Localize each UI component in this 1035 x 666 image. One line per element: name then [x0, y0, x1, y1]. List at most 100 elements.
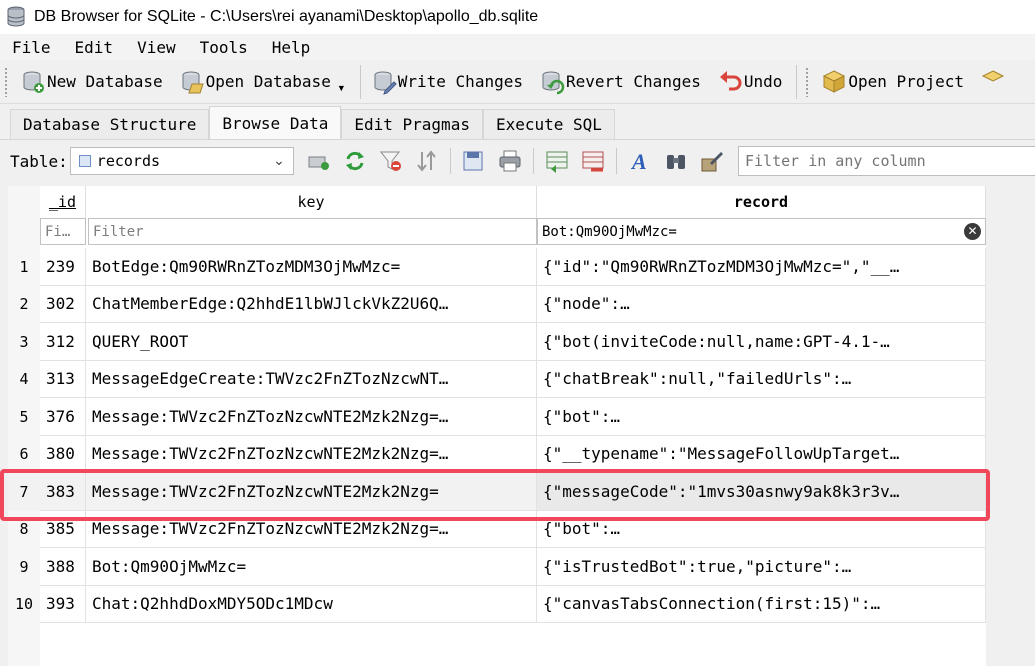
- sort-button[interactable]: [414, 148, 440, 174]
- menu-help[interactable]: Help: [260, 38, 323, 57]
- cell-record[interactable]: {"bot":…: [537, 510, 986, 548]
- print-button[interactable]: [497, 148, 523, 174]
- cell-key[interactable]: Message:TWVzc2FnZTozNzcwNTE2Mzk2Nzg=…: [86, 435, 537, 473]
- cell-record[interactable]: {"messageCode":"1mvs30asnwy9ak8k3r3v…: [537, 473, 986, 511]
- insert-record-icon: [308, 156, 329, 170]
- toolbar-grip[interactable]: [805, 66, 810, 97]
- table-row[interactable]: 10 393 Chat:Q2hhdDoxMDY5ODc1MDcw {"canva…: [8, 585, 986, 623]
- cell-record[interactable]: {"bot":…: [537, 398, 986, 436]
- cell-id[interactable]: 376: [40, 398, 86, 436]
- open-project-icon: [823, 69, 846, 93]
- row-number[interactable]: 8: [8, 510, 40, 548]
- cell-id[interactable]: 385: [40, 510, 86, 548]
- cell-key[interactable]: BotEdge:Qm90RWRnZTozMDM3OjMwMzc=: [86, 248, 537, 286]
- row-number[interactable]: 7: [8, 473, 40, 511]
- edit-display-format-button[interactable]: [699, 148, 725, 174]
- new-database-button[interactable]: New Database: [14, 64, 173, 100]
- table-row[interactable]: 3 312 QUERY_ROOT {"bot(inviteCode:null,n…: [8, 323, 986, 361]
- cell-key[interactable]: Message:TWVzc2FnZTozNzcwNTE2Mzk2Nzg=…: [86, 398, 537, 436]
- table-row[interactable]: 2 302 ChatMemberEdge:Q2hhdE1lbWJlckVkZ2U…: [8, 285, 986, 323]
- save-results-button[interactable]: [461, 148, 487, 174]
- table-row[interactable]: 9 388 Bot:Qm90OjMwMzc= {"isTrustedBot":t…: [8, 548, 986, 586]
- cell-record[interactable]: {"chatBreak":null,"failedUrls":…: [537, 360, 986, 398]
- open-project-button[interactable]: Open Project: [815, 64, 974, 100]
- cell-record[interactable]: {"id":"Qm90RWRnZTozMDM3OjMwMzc=","__…: [537, 248, 986, 286]
- revert-changes-icon: [542, 71, 565, 94]
- filter-id-input[interactable]: Fi…: [40, 218, 86, 245]
- undo-label: Undo: [743, 72, 783, 91]
- cell-key[interactable]: Message:TWVzc2FnZTozNzcwNTE2Mzk2Nzg=…: [86, 510, 537, 548]
- table-select[interactable]: records ⌄: [69, 147, 294, 175]
- tab-database-structure[interactable]: Database Structure: [10, 109, 210, 139]
- chevron-down-icon: ⌄: [273, 152, 285, 168]
- cell-id[interactable]: 239: [40, 248, 86, 286]
- clear-filters-button[interactable]: [378, 148, 404, 174]
- cell-key[interactable]: ChatMemberEdge:Q2hhdE1lbWJlckVkZ2U6Q…: [86, 285, 537, 323]
- write-changes-button[interactable]: Write Changes: [365, 64, 533, 100]
- main-toolbar: New Database Open Database ▼ Write Chang…: [0, 60, 1035, 104]
- cell-record[interactable]: {"__typename":"MessageFollowUpTarget…: [537, 435, 986, 473]
- font-button[interactable]: A: [627, 148, 653, 174]
- cell-record[interactable]: {"bot(inviteCode:null,name:GPT-4.1-…: [537, 323, 986, 361]
- column-header-record[interactable]: record: [537, 186, 986, 218]
- save-project-button[interactable]: [974, 64, 1007, 100]
- cell-record[interactable]: {"isTrustedBot":true,"picture":…: [537, 548, 986, 586]
- row-number[interactable]: 6: [8, 435, 40, 473]
- refresh-button[interactable]: [342, 148, 368, 174]
- cell-id[interactable]: 302: [40, 285, 86, 323]
- tab-execute-sql[interactable]: Execute SQL: [482, 109, 615, 139]
- cell-key[interactable]: Message:TWVzc2FnZTozNzcwNTE2Mzk2Nzg=: [86, 473, 537, 511]
- toolbar-grip[interactable]: [4, 66, 8, 97]
- cell-id[interactable]: 380: [40, 435, 86, 473]
- table-row[interactable]: 6 380 Message:TWVzc2FnZTozNzcwNTE2Mzk2Nz…: [8, 435, 986, 473]
- row-number[interactable]: 4: [8, 360, 40, 398]
- toolbar-separator: [615, 148, 617, 174]
- title-bar: DB Browser for SQLite - C:\Users\rei aya…: [0, 0, 1035, 34]
- cell-id[interactable]: 393: [40, 585, 86, 623]
- cell-key[interactable]: Chat:Q2hhdDoxMDY5ODc1MDcw: [86, 585, 537, 623]
- font-icon: A: [630, 149, 647, 173]
- menu-file[interactable]: File: [0, 38, 63, 57]
- new-record-button[interactable]: [544, 148, 570, 174]
- menu-view[interactable]: View: [125, 38, 188, 57]
- filter-record-input[interactable]: Bot:Qm90OjMwMzc= ✕: [537, 218, 986, 245]
- undo-button[interactable]: Undo: [711, 64, 793, 100]
- table-row[interactable]: 4 313 MessageEdgeCreate:TWVzc2FnZTozNzcw…: [8, 360, 986, 398]
- row-number[interactable]: 9: [8, 548, 40, 586]
- filter-key-input[interactable]: Filter: [88, 218, 537, 245]
- row-number[interactable]: 10: [8, 585, 40, 623]
- table-row[interactable]: 5 376 Message:TWVzc2FnZTozNzcwNTE2Mzk2Nz…: [8, 398, 986, 436]
- cell-id[interactable]: 313: [40, 360, 86, 398]
- row-number[interactable]: 2: [8, 285, 40, 323]
- table-row[interactable]: 8 385 Message:TWVzc2FnZTozNzcwNTE2Mzk2Nz…: [8, 510, 986, 548]
- column-header-key[interactable]: key: [86, 186, 537, 218]
- cell-key[interactable]: MessageEdgeCreate:TWVzc2FnZTozNzcwNT…: [86, 360, 537, 398]
- filter-any-column-input[interactable]: [738, 146, 1035, 176]
- tab-browse-data[interactable]: Browse Data: [209, 106, 342, 139]
- cell-key[interactable]: QUERY_ROOT: [86, 323, 537, 361]
- column-header-id[interactable]: _id: [40, 186, 86, 218]
- cell-id[interactable]: 388: [40, 548, 86, 586]
- row-number[interactable]: 3: [8, 323, 40, 361]
- open-database-button[interactable]: Open Database ▼: [173, 64, 356, 100]
- delete-record-button[interactable]: [580, 148, 606, 174]
- save-project-icon: [981, 69, 1005, 82]
- find-button[interactable]: [663, 148, 689, 174]
- cell-id[interactable]: 383: [40, 473, 86, 511]
- open-database-dropdown-icon[interactable]: ▼: [337, 83, 346, 93]
- table-row[interactable]: 1 239 BotEdge:Qm90RWRnZTozMDM3OjMwMzc= {…: [8, 248, 986, 286]
- cell-record[interactable]: {"node":…: [537, 285, 986, 323]
- table-row-selected[interactable]: 7 383 Message:TWVzc2FnZTozNzcwNTE2Mzk2Nz…: [8, 473, 986, 511]
- cell-record[interactable]: {"canvasTabsConnection(first:15)":…: [537, 585, 986, 623]
- row-number[interactable]: 1: [8, 248, 40, 286]
- refresh-table-button[interactable]: [306, 148, 332, 174]
- row-number[interactable]: 5: [8, 398, 40, 436]
- menu-edit[interactable]: Edit: [63, 38, 126, 57]
- menu-tools[interactable]: Tools: [188, 38, 260, 57]
- clear-filter-icon[interactable]: ✕: [964, 223, 981, 240]
- cell-key[interactable]: Bot:Qm90OjMwMzc=: [86, 548, 537, 586]
- revert-changes-button[interactable]: Revert Changes: [533, 64, 711, 100]
- cell-id[interactable]: 312: [40, 323, 86, 361]
- tab-edit-pragmas[interactable]: Edit Pragmas: [341, 109, 483, 139]
- new-database-icon: [23, 71, 44, 93]
